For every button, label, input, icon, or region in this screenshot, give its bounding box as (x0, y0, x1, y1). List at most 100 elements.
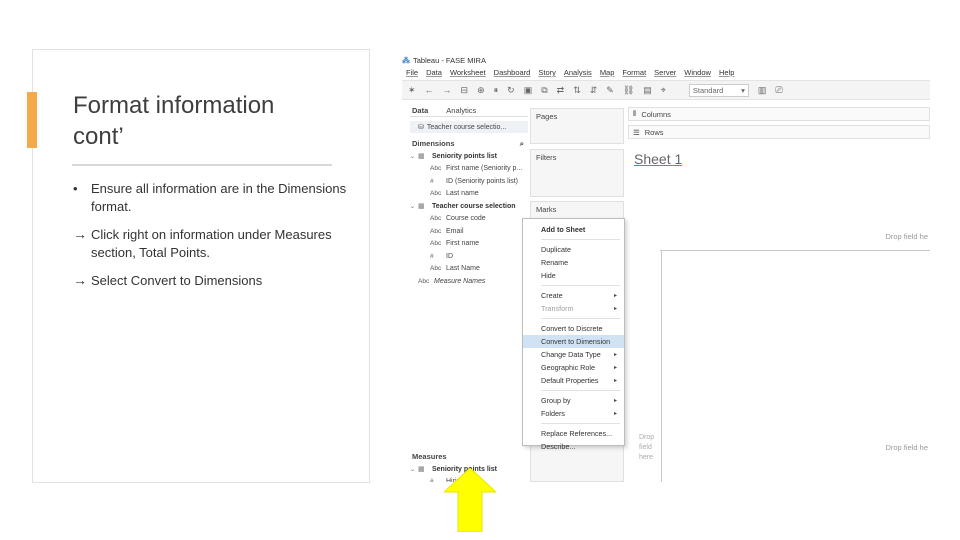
field-item[interactable]: Abc First name (410, 238, 528, 251)
menu-item-convert-to-dimension[interactable]: Convert to Dimension (523, 335, 624, 348)
menu-window[interactable]: Window (684, 68, 711, 77)
labels-icon[interactable]: ▤ (643, 85, 652, 96)
numeric-type-icon: # (430, 252, 434, 260)
new-sheet-icon[interactable]: ▣ (524, 85, 533, 96)
pages-shelf[interactable]: Pages (530, 108, 624, 144)
instruction-item: • Ensure all information are in the Dimen… (73, 180, 348, 216)
menu-item-label: Convert to Dimension (541, 337, 611, 346)
menu-item-duplicate[interactable]: Duplicate (523, 243, 624, 256)
instruction-item: → Select Convert to Dimensions (73, 271, 348, 290)
menu-help[interactable]: Help (719, 68, 734, 77)
menu-format[interactable]: Format (622, 68, 646, 77)
menu-worksheet[interactable]: Worksheet (450, 68, 486, 77)
pages-shelf-label: Pages (536, 112, 558, 121)
submenu-arrow-icon: ▸ (613, 398, 617, 404)
group-icon[interactable]: ⛓ (623, 85, 634, 96)
menu-map[interactable]: Map (600, 68, 615, 77)
string-type-icon: Abc (430, 215, 442, 223)
menu-story[interactable]: Story (538, 68, 556, 77)
chevron-down-icon[interactable]: ⌄ (410, 466, 418, 473)
highlight-icon[interactable]: ✎ (606, 85, 614, 96)
table-node[interactable]: ⌄ ▦ Seniority points list (410, 150, 528, 163)
field-label: Last name (446, 190, 479, 198)
menu-item-change-data-type[interactable]: Change Data Type ▸ (523, 348, 624, 361)
arrow-right-icon: → (73, 272, 87, 288)
instruction-item: → Click right on information under Measur… (73, 225, 348, 262)
menu-item-convert-to-discrete[interactable]: Convert to Discrete (523, 322, 624, 335)
menu-server[interactable]: Server (654, 68, 676, 77)
toolbar: ✶ ← → ⊟ ⊕ ⏸ ↻ ▣ ⧉ ⇄ ⇅ ⇵ ✎ ⛓ ▤ ⌖ Standard… (402, 80, 930, 100)
field-item[interactable]: Abc Email (410, 225, 528, 238)
fit-select-value: Standard (692, 85, 724, 95)
menu-item-label: Geographic Role (541, 363, 595, 372)
menu-file[interactable]: File (406, 68, 418, 77)
submenu-arrow-icon: ▸ (613, 365, 617, 371)
title-accent-bar (27, 92, 37, 148)
window-title-bar: ⁂ Tableau - FASE MIRA (402, 54, 486, 66)
menu-data[interactable]: Data (426, 68, 442, 77)
swap-icon[interactable]: ⇄ (557, 85, 565, 96)
menu-item-default-properties[interactable]: Default Properties ▸ (523, 374, 624, 387)
menu-item-rename[interactable]: Rename (523, 256, 624, 269)
field-label: Seniority points list (432, 152, 497, 160)
sheet-title[interactable]: Sheet 1 (634, 151, 682, 167)
tableau-home-icon[interactable]: ✶ (408, 85, 416, 96)
fit-select[interactable]: Standard ▾ (688, 83, 749, 97)
bar-chart-icon[interactable]: ▥ (758, 85, 767, 96)
menu-separator (541, 285, 620, 286)
refresh-icon[interactable]: ↻ (507, 85, 515, 96)
tab-data[interactable]: Data (412, 106, 428, 115)
data-source-item[interactable]: ⛁ Teacher course selectio... (410, 121, 528, 133)
slide-title: Format information cont’ (73, 92, 275, 150)
drop-field-hint-rows: Drop field he (885, 443, 928, 452)
rows-shelf[interactable]: ☰ Rows (628, 125, 930, 139)
submenu-arrow-icon: ▸ (613, 411, 617, 417)
forward-icon[interactable]: → (443, 85, 452, 95)
field-item[interactable]: # ID (Seniority points list) (410, 175, 528, 188)
menu-dashboard[interactable]: Dashboard (494, 68, 531, 77)
string-type-icon: Abc (430, 265, 442, 273)
field-item[interactable]: Abc First name (Seniority p... (410, 163, 528, 176)
back-icon[interactable]: ← (425, 85, 434, 95)
data-source-label: Teacher course selectio... (426, 123, 507, 131)
instruction-text: Click right on information under Measure… (91, 227, 332, 260)
sort-asc-icon[interactable]: ⇅ (573, 85, 581, 96)
menu-item-label: Change Data Type (541, 350, 601, 359)
view-axis-vertical (661, 250, 662, 482)
columns-shelf[interactable]: ⦀ Columns (628, 107, 930, 121)
menu-item-create[interactable]: Create ▸ (523, 289, 624, 302)
duplicate-icon[interactable]: ⧉ (541, 85, 547, 96)
search-icon[interactable]: ⌕ (520, 139, 524, 150)
field-item[interactable]: Abc Last Name (410, 263, 528, 276)
tab-analytics[interactable]: Analytics (446, 106, 476, 115)
submenu-arrow-icon: ▸ (613, 293, 617, 299)
menu-item-add-to-sheet[interactable]: Add to Sheet (523, 223, 624, 236)
presentation-icon[interactable]: ⎚ (775, 85, 782, 96)
menu-item-geographic-role[interactable]: Geographic Role ▸ (523, 361, 624, 374)
new-datasource-icon[interactable]: ⊕ (477, 85, 485, 96)
field-item[interactable]: Abc Last name (410, 188, 528, 201)
table-node[interactable]: ⌄ ▦ Teacher course selection (410, 200, 528, 213)
data-pane: Data Analytics ⛁ Teacher course selectio… (410, 104, 528, 482)
menu-analysis[interactable]: Analysis (564, 68, 592, 77)
pin-icon[interactable]: ⌖ (661, 85, 666, 96)
menu-item-folders[interactable]: Folders ▸ (523, 407, 624, 420)
menu-item-group-by[interactable]: Group by ▸ (523, 394, 624, 407)
menu-item-hide[interactable]: Hide (523, 269, 624, 282)
field-item[interactable]: Abc Course code (410, 213, 528, 226)
table-icon: ▦ (418, 466, 425, 474)
field-item[interactable]: Abc Measure Names (410, 275, 528, 288)
chevron-down-icon[interactable]: ⌄ (410, 203, 418, 210)
window-title: Tableau - FASE MIRA (413, 55, 486, 65)
chevron-down-icon[interactable]: ⌄ (410, 153, 418, 160)
pause-icon[interactable]: ⏸ (494, 85, 499, 96)
menu-item-describe[interactable]: Describe... (523, 440, 624, 453)
menu-item-replace-references[interactable]: Replace References... (523, 427, 624, 440)
save-icon[interactable]: ⊟ (461, 85, 469, 96)
field-item[interactable]: # ID (410, 250, 528, 263)
string-type-icon: Abc (430, 240, 442, 248)
dimensions-list: ⌄ ▦ Seniority points list Abc First name (Se… (410, 150, 528, 288)
sort-desc-icon[interactable]: ⇵ (590, 85, 598, 96)
string-type-icon: Abc (430, 165, 442, 173)
filters-shelf[interactable]: Filters (530, 149, 624, 197)
